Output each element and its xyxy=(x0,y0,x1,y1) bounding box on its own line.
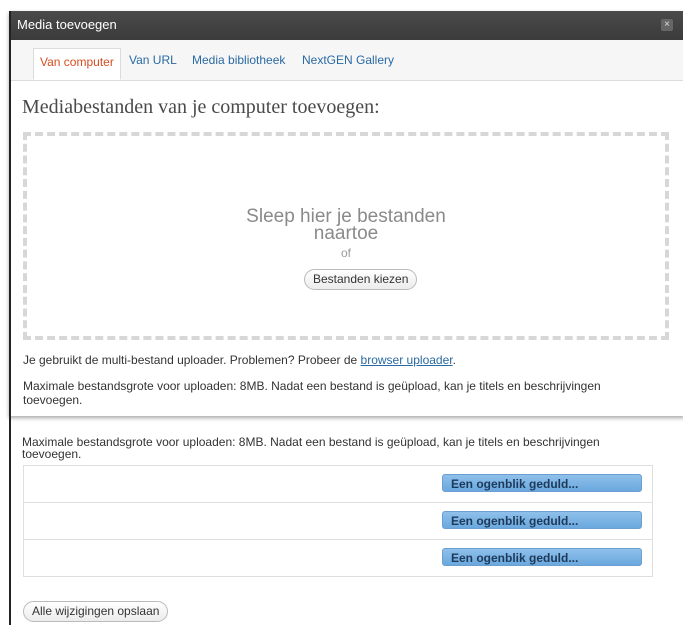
progress-status-button: Een ogenblik geduld... xyxy=(442,548,642,566)
progress-status-button: Een ogenblik geduld... xyxy=(442,474,642,492)
save-all-changes-button[interactable]: Alle wijzigingen opslaan xyxy=(23,601,169,622)
tab-from-url[interactable]: Van URL xyxy=(129,53,177,67)
drag-drop-area[interactable]: Sleep hier je bestanden naartoe of Besta… xyxy=(23,132,669,340)
page-title: Mediabestanden van je computer toevoegen… xyxy=(22,96,380,118)
queue-item: Een ogenblik geduld... xyxy=(24,466,652,503)
tab-bar: Van computer Van URL Media bibliotheek N… xyxy=(11,40,683,81)
drop-instructions: Sleep hier je bestanden naartoe xyxy=(27,207,665,244)
dialog-titlebar: Media toevoegen × xyxy=(11,11,683,40)
media-upload-screen: Media toevoegen × Van computer Van URL M… xyxy=(0,0,683,625)
tab-media-library[interactable]: Media bibliotheek xyxy=(192,53,285,67)
max-size-info: Maximale bestandsgrote voor uploaden: 8M… xyxy=(23,379,601,407)
queue-item: Een ogenblik geduld... xyxy=(24,503,652,540)
uploader-info-text: Je gebruikt de multi-bestand uploader. P… xyxy=(23,353,361,367)
uploader-info-suffix: . xyxy=(452,353,456,367)
upload-queue: Een ogenblik geduld... Een ogenblik gedu… xyxy=(23,465,653,577)
choose-files-button[interactable]: Bestanden kiezen xyxy=(304,269,418,290)
queue-item: Een ogenblik geduld... xyxy=(24,540,652,576)
browser-uploader-link[interactable]: browser uploader xyxy=(361,353,453,367)
media-dialog: Media toevoegen × Van computer Van URL M… xyxy=(9,11,683,416)
tab-from-computer[interactable]: Van computer xyxy=(33,48,121,80)
tab-nextgen-gallery[interactable]: NextGEN Gallery xyxy=(302,53,394,67)
drop-text-line2: naartoe xyxy=(313,223,379,244)
max-size-info-lower: Maximale bestandsgrote voor uploaden: 8M… xyxy=(22,435,600,461)
close-icon[interactable]: × xyxy=(661,19,673,31)
upload-queue-section: Maximale bestandsgrote voor uploaden: 8M… xyxy=(9,416,683,625)
uploader-info: Je gebruikt de multi-bestand uploader. P… xyxy=(23,353,456,367)
dialog-title: Media toevoegen xyxy=(17,17,117,32)
progress-status-button: Een ogenblik geduld... xyxy=(442,511,642,529)
or-label: of xyxy=(340,246,351,260)
